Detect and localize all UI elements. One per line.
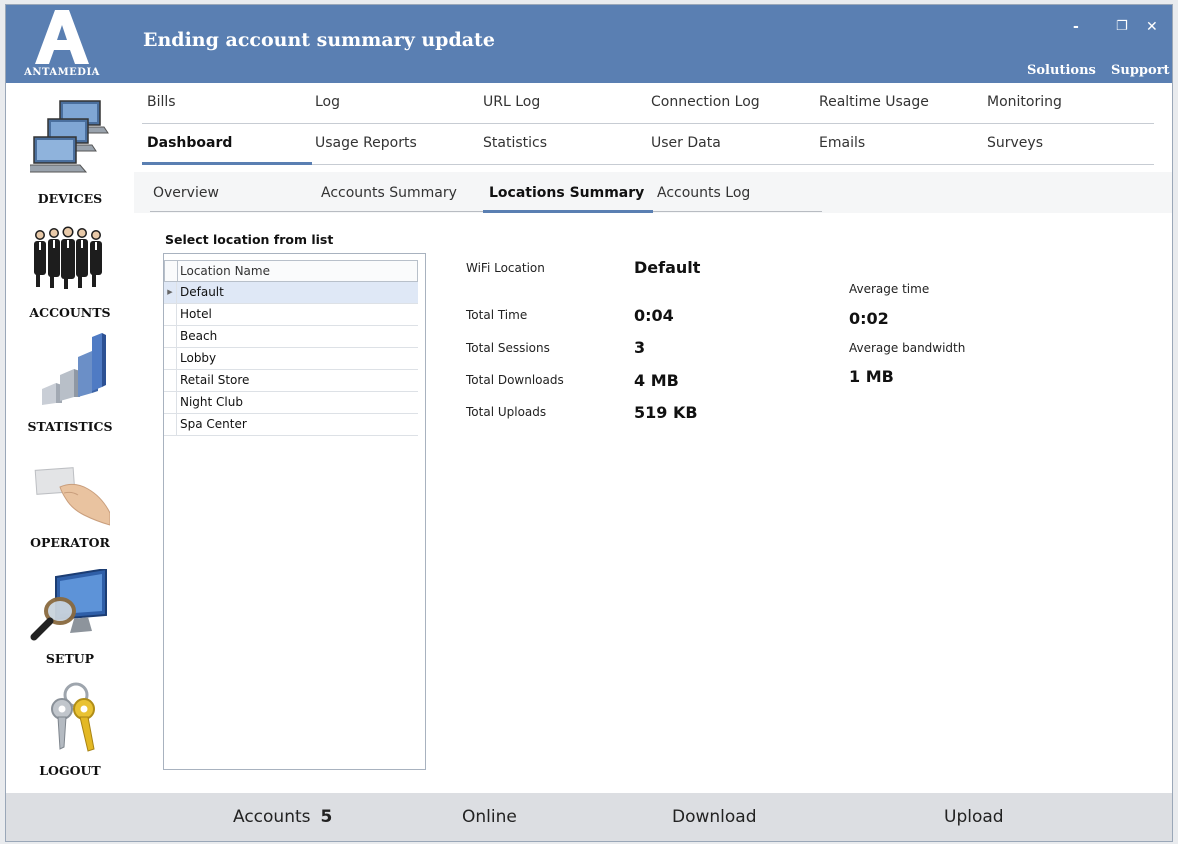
location-name: Default (180, 285, 224, 299)
sidebar-label-logout: LOGOUT (39, 763, 101, 778)
footer-accounts: Accounts 5 (233, 807, 332, 827)
support-link[interactable]: Support (1111, 63, 1170, 78)
computers-icon (30, 100, 109, 173)
sidebar-item-setup[interactable]: SETUP (6, 569, 134, 669)
row-indicator (164, 304, 177, 325)
tab-statistics[interactable]: Statistics (483, 135, 547, 151)
solutions-link[interactable]: Solutions (1027, 63, 1096, 78)
tab-monitoring[interactable]: Monitoring (987, 94, 1062, 110)
tab-realtime-usage[interactable]: Realtime Usage (819, 94, 929, 110)
subtab-locations-summary[interactable]: Locations Summary (489, 185, 644, 201)
footer-accounts-value: 5 (320, 807, 333, 827)
sidebar-label-operator: OPERATOR (30, 535, 110, 550)
row-pointer-icon: ▶ (164, 282, 177, 303)
locations-grid: Location Name ▶ Default Hotel Beach Lobb… (163, 253, 426, 770)
subtab-bar (134, 172, 1172, 213)
grid-header: Location Name (164, 260, 418, 282)
footer-online-label: Online (462, 807, 517, 827)
row-indicator (164, 326, 177, 347)
antamedia-logo: ANTAMEDIA (6, 5, 118, 83)
antamedia-a-icon (35, 10, 89, 64)
total-downloads-label: Total Downloads (466, 373, 564, 387)
tab-user-data[interactable]: User Data (651, 135, 721, 151)
people-icon (34, 226, 102, 289)
close-button[interactable]: ✕ (1146, 19, 1158, 35)
sidebar-item-accounts[interactable]: ACCOUNTS (6, 223, 134, 323)
tab-usage-reports[interactable]: Usage Reports (315, 135, 417, 151)
average-time-label: Average time (849, 282, 930, 296)
row-indicator (164, 392, 177, 413)
active-tab-indicator (142, 162, 312, 165)
footer-accounts-label: Accounts (233, 807, 311, 827)
total-sessions-value: 3 (634, 338, 646, 357)
subtab-overview[interactable]: Overview (153, 185, 219, 201)
total-time-label: Total Time (466, 308, 528, 322)
total-uploads-label: Total Uploads (466, 405, 547, 419)
sidebar-item-logout[interactable]: LOGOUT (6, 681, 134, 781)
window-title: Ending account summary update (143, 29, 495, 51)
column-header-location-name[interactable]: Location Name (180, 264, 270, 278)
status-footer: Accounts 5 Online Download Upload (6, 793, 1172, 841)
wifi-location-value: Default (634, 258, 701, 277)
subtab-accounts-log[interactable]: Accounts Log (657, 185, 750, 201)
subtab-accounts-summary[interactable]: Accounts Summary (321, 185, 457, 201)
location-row[interactable]: Night Club (164, 392, 418, 414)
sidebar-item-operator[interactable]: OPERATOR (6, 463, 134, 553)
tab-surveys[interactable]: Surveys (987, 135, 1043, 151)
restore-button[interactable]: ❐ (1116, 19, 1128, 34)
location-row[interactable]: Hotel (164, 304, 418, 326)
app-window: ANTAMEDIA Ending account summary update … (5, 4, 1173, 842)
total-time-value: 0:04 (634, 306, 674, 325)
footer-download-label: Download (672, 807, 757, 827)
average-time-value: 0:02 (849, 309, 889, 328)
sidebar-item-devices[interactable]: DEVICES (6, 95, 134, 207)
location-row[interactable]: ▶ Default (164, 282, 418, 304)
total-uploads-value: 519 KB (634, 403, 698, 422)
sidebar-label-devices: DEVICES (37, 191, 103, 206)
active-subtab-indicator (483, 210, 653, 213)
location-row[interactable]: Retail Store (164, 370, 418, 392)
tab-url-log[interactable]: URL Log (483, 94, 540, 110)
location-name: Spa Center (180, 417, 247, 431)
sidebar-label-setup: SETUP (45, 651, 95, 666)
total-downloads-value: 4 MB (634, 371, 679, 390)
total-sessions-label: Total Sessions (466, 341, 550, 355)
sidebar: DEVICES ACCOUNTS STATISTICS OPERATOR SET… (6, 83, 134, 793)
location-name: Lobby (180, 351, 217, 365)
select-location-label: Select location from list (165, 232, 334, 247)
sidebar-item-statistics[interactable]: STATISTICS (6, 333, 134, 443)
sidebar-label-statistics: STATISTICS (27, 419, 113, 434)
hand-card-icon (34, 467, 110, 526)
location-name: Beach (180, 329, 218, 343)
minimize-button[interactable]: - (1073, 19, 1079, 35)
average-bandwidth-value: 1 MB (849, 367, 894, 386)
grid-header-indicator (165, 261, 178, 281)
keys-icon (51, 682, 95, 752)
wifi-location-label: WiFi Location (466, 261, 545, 275)
location-name: Hotel (180, 307, 212, 321)
row-indicator (164, 414, 177, 435)
location-row[interactable]: Spa Center (164, 414, 418, 436)
location-row[interactable]: Beach (164, 326, 418, 348)
row-indicator (164, 370, 177, 391)
location-name: Retail Store (180, 373, 250, 387)
footer-upload-label: Upload (944, 807, 1004, 827)
monitor-magnifier-icon (30, 569, 107, 641)
logo-text: ANTAMEDIA (24, 67, 100, 78)
tab-log[interactable]: Log (315, 94, 340, 110)
tab-emails[interactable]: Emails (819, 135, 865, 151)
tab-dashboard[interactable]: Dashboard (147, 135, 232, 151)
tab-bills[interactable]: Bills (147, 94, 176, 110)
row-indicator (164, 348, 177, 369)
title-bar: ANTAMEDIA Ending account summary update … (6, 5, 1172, 83)
sidebar-label-accounts: ACCOUNTS (29, 305, 111, 320)
location-row[interactable]: Lobby (164, 348, 418, 370)
bar-chart-icon (42, 333, 106, 405)
tab-connection-log[interactable]: Connection Log (651, 94, 760, 110)
tab-row-divider (142, 123, 1154, 124)
average-bandwidth-label: Average bandwidth (849, 341, 966, 355)
location-name: Night Club (180, 395, 243, 409)
